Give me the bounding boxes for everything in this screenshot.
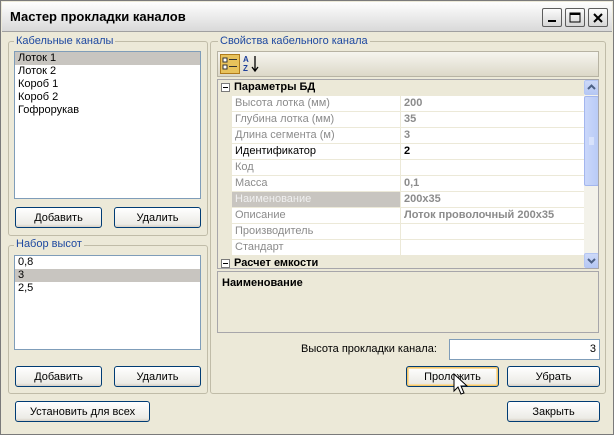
property-row[interactable]: Описание Лоток проволочный 200x35 <box>218 208 584 224</box>
close-icon <box>593 12 603 23</box>
mouse-cursor-icon <box>453 373 469 395</box>
category-db-params[interactable]: Параметры БД <box>218 80 584 96</box>
property-name: Масса <box>232 176 401 192</box>
property-name: Наименование <box>232 192 401 208</box>
heights-title: Набор высот <box>14 238 84 251</box>
list-item[interactable]: Короб 1 <box>15 78 200 91</box>
property-name: Идентификатор <box>232 144 401 160</box>
row-margin <box>218 160 232 176</box>
row-margin <box>218 240 232 256</box>
set-for-all-button[interactable]: Установить для всех <box>15 401 150 422</box>
property-value[interactable] <box>401 224 584 240</box>
property-value[interactable]: 2 <box>401 144 584 160</box>
property-value[interactable]: 200 <box>401 96 584 112</box>
scroll-down-icon <box>587 258 596 264</box>
window-title: Мастер прокладки каналов <box>10 9 186 24</box>
list-item[interactable]: 0,8 <box>15 256 200 269</box>
list-item[interactable]: 2,5 <box>15 282 200 295</box>
property-name: Код <box>232 160 401 176</box>
property-name: Глубина лотка (мм) <box>232 112 401 128</box>
property-row[interactable]: Наименование 200x35 <box>218 192 584 208</box>
collapse-icon[interactable] <box>221 259 230 268</box>
categorized-button[interactable] <box>220 54 240 74</box>
property-row[interactable]: Идентификатор 2 <box>218 144 584 160</box>
maximize-button[interactable] <box>565 8 585 27</box>
svg-text:Z: Z <box>243 64 248 73</box>
heights-list[interactable]: 0,8 3 2,5 <box>14 255 201 350</box>
remove-button[interactable]: Убрать <box>507 366 600 387</box>
property-name: Описание <box>232 208 401 224</box>
categorized-icon <box>222 57 237 70</box>
minimize-icon <box>548 19 556 22</box>
row-margin <box>218 176 232 192</box>
list-item[interactable]: Короб 2 <box>15 91 200 104</box>
property-grid-scrollbar[interactable] <box>584 80 598 268</box>
add-height-button[interactable]: Добавить <box>15 366 102 387</box>
height-input[interactable]: 3 <box>449 339 600 360</box>
scroll-up-icon <box>587 84 596 90</box>
list-item[interactable]: Лоток 1 <box>15 52 200 65</box>
add-channel-button[interactable]: Добавить <box>15 207 102 228</box>
property-value[interactable]: 3 <box>401 128 584 144</box>
cable-channels-list[interactable]: Лоток 1 Лоток 2 Короб 1 Короб 2 Гофрорукав <box>14 51 201 199</box>
property-row[interactable]: Глубина лотка (мм) 35 <box>218 112 584 128</box>
close-window-button[interactable] <box>588 8 608 27</box>
property-row[interactable]: Код <box>218 160 584 176</box>
property-name: Высота лотка (мм) <box>232 96 401 112</box>
list-item[interactable]: 3 <box>15 269 200 282</box>
collapse-icon[interactable] <box>221 83 230 92</box>
property-value[interactable]: Лоток проволочный 200x35 <box>401 208 584 224</box>
property-value[interactable] <box>401 240 584 256</box>
row-margin <box>218 128 232 144</box>
description-title: Наименование <box>222 277 303 289</box>
maximize-icon <box>569 12 581 23</box>
svg-text:A: A <box>243 55 249 64</box>
height-field-label: Высота прокладки канала: <box>301 343 437 355</box>
delete-channel-button[interactable]: Удалить <box>114 207 201 228</box>
row-margin <box>218 208 232 224</box>
wizard-window: Мастер прокладки каналов Кабельные канал… <box>0 0 614 435</box>
close-button[interactable]: Закрыть <box>507 401 600 422</box>
properties-title: Свойства кабельного канала <box>218 35 370 48</box>
row-margin <box>218 224 232 240</box>
property-row[interactable]: Высота лотка (мм) 200 <box>218 96 584 112</box>
row-margin <box>218 96 232 112</box>
property-row[interactable]: Стандарт <box>218 240 584 256</box>
sort-az-icon: A Z <box>243 55 259 73</box>
row-margin <box>218 112 232 128</box>
property-name: Длина сегмента (м) <box>232 128 401 144</box>
property-name: Производитель <box>232 224 401 240</box>
alphabetical-button[interactable]: A Z <box>242 54 262 74</box>
property-description-panel: Наименование <box>217 271 599 333</box>
property-name: Стандарт <box>232 240 401 256</box>
list-item[interactable]: Лоток 2 <box>15 65 200 78</box>
scroll-down-button[interactable] <box>584 253 598 268</box>
category-capacity-calc[interactable]: Расчет емкости <box>218 256 584 268</box>
title-bar[interactable]: Мастер прокладки каналов <box>2 2 612 32</box>
cable-channels-title: Кабельные каналы <box>14 35 116 48</box>
minimize-button[interactable] <box>542 8 562 27</box>
list-item[interactable]: Гофрорукав <box>15 104 200 117</box>
row-margin <box>218 192 232 208</box>
scroll-up-button[interactable] <box>584 80 598 95</box>
property-grid[interactable]: Параметры БД Высота лотка (мм) 200 Глубина… <box>217 79 599 269</box>
delete-height-button[interactable]: Удалить <box>114 366 201 387</box>
scroll-thumb[interactable] <box>584 96 598 186</box>
property-value[interactable]: 200x35 <box>401 192 584 208</box>
property-value[interactable]: 0,1 <box>401 176 584 192</box>
property-row[interactable]: Масса 0,1 <box>218 176 584 192</box>
row-margin <box>218 144 232 160</box>
property-grid-toolbar: A Z <box>217 51 599 77</box>
property-row[interactable]: Длина сегмента (м) 3 <box>218 128 584 144</box>
property-row[interactable]: Производитель <box>218 224 584 240</box>
property-value[interactable] <box>401 160 584 176</box>
property-value[interactable]: 35 <box>401 112 584 128</box>
grip-icon <box>589 137 594 145</box>
